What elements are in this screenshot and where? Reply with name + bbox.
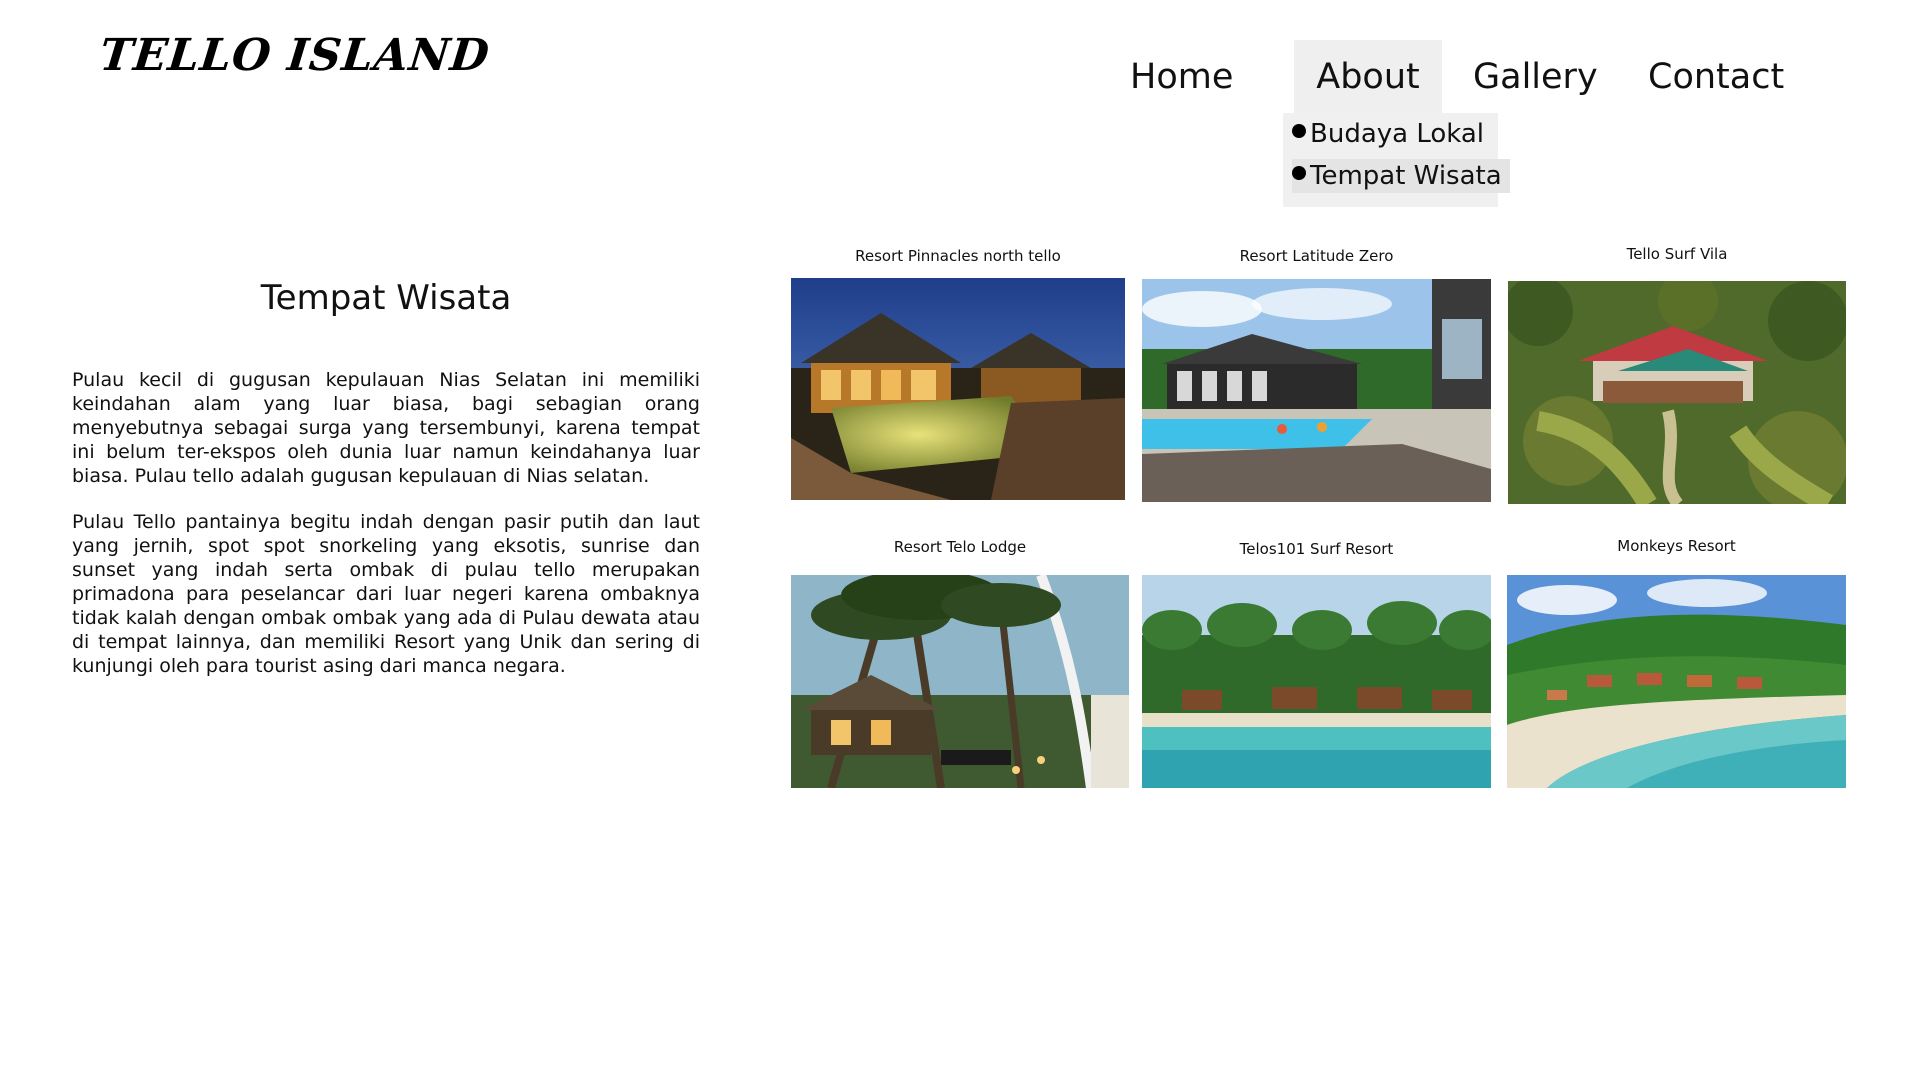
gallery-card-title: Resort Pinnacles north tello [855, 247, 1061, 265]
gallery-card-title: Telos101 Surf Resort [1239, 540, 1394, 558]
nav-gallery[interactable]: Gallery [1473, 40, 1598, 115]
resort-photo[interactable] [791, 575, 1129, 788]
gallery-card-title: Monkeys Resort [1617, 537, 1736, 555]
nav-contact[interactable]: Contact [1648, 40, 1784, 115]
resort-photo[interactable] [1142, 575, 1491, 788]
bullet-icon [1292, 166, 1306, 180]
resort-photo[interactable] [1508, 281, 1846, 504]
intro-paragraph: Pulau kecil di gugusan kepulauan Nias Se… [72, 369, 700, 487]
nav-about[interactable]: About [1294, 40, 1442, 115]
about-dropdown: Budaya Lokal Tempat Wisata [1283, 113, 1510, 207]
page: TELLO ISLAND Home About Gallery Contact … [0, 0, 1920, 1080]
gallery-card-title: Tello Surf Vila [1626, 245, 1728, 263]
gallery-card-title: Resort Telo Lodge [893, 538, 1027, 556]
nav-home[interactable]: Home [1130, 40, 1233, 115]
page-title: Tempat Wisata [260, 278, 512, 318]
beach-paragraph: Pulau Tello pantainya begitu indah denga… [72, 511, 700, 677]
dropdown-item-label: Budaya Lokal [1310, 119, 1485, 149]
resort-photo[interactable] [791, 278, 1125, 500]
dropdown-item-tempat-wisata[interactable]: Tempat Wisata [1292, 159, 1510, 193]
dropdown-item-budaya-lokal[interactable]: Budaya Lokal [1292, 117, 1492, 151]
resort-photo[interactable] [1142, 279, 1491, 502]
gallery-card-title: Resort Latitude Zero [1239, 247, 1394, 265]
dropdown-item-label: Tempat Wisata [1310, 161, 1502, 191]
resort-photo[interactable] [1507, 575, 1846, 788]
bullet-icon [1292, 124, 1306, 138]
site-logo[interactable]: TELLO ISLAND [97, 30, 492, 81]
